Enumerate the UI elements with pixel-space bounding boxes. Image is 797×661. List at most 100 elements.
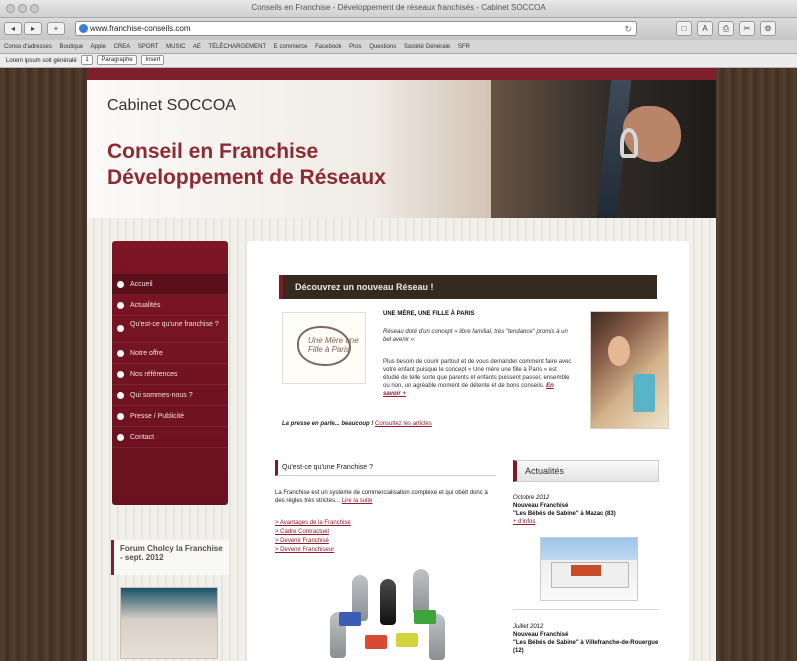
franchise-link-text[interactable]: > Avantages de la Franchise [275, 520, 351, 526]
menu-item-contact[interactable]: Contact [112, 427, 228, 448]
red-cube-icon [365, 635, 387, 649]
forum-thumbnail[interactable] [120, 587, 218, 659]
feature-title: Découvrez un nouveau Réseau ! [279, 275, 657, 299]
bookmark-item[interactable]: Boutique [60, 44, 84, 50]
editor-toolbar: Lorem ipsum soit généralé 1 Paragraphe I… [0, 54, 797, 68]
tools-icon[interactable]: ✂ [739, 21, 755, 36]
keys-image-detail [620, 128, 638, 158]
menu-item-actualites[interactable]: Actualités [112, 295, 228, 316]
news-item: Octobre 2012 Nouveau Franchisé "Les Bébé… [513, 494, 659, 526]
bookmark-item[interactable]: Questions [369, 44, 396, 50]
sidebar-menu: Accueil Actualités Qu'est-ce qu'une fran… [112, 241, 228, 505]
menu-bullet-icon [117, 325, 124, 332]
main-content: Découvrez un nouveau Réseau ! Une Mère u… [247, 241, 689, 661]
read-more-link[interactable]: Lire la suite [342, 498, 373, 504]
franchise-section-text: La Franchise est un système de commercia… [275, 489, 494, 505]
franchise-link-item[interactable]: > Cadre Contractuel [275, 528, 351, 537]
feature-intro: Réseau doté d'un concept « libre familia… [383, 329, 568, 343]
franchise-section-title: Qu'est-ce qu'une Franchise ? [275, 460, 496, 476]
logo-text: Une Mère une Fille à Paris [308, 336, 359, 354]
franchise-link-item[interactable]: > Avantages de la Franchise [275, 519, 351, 528]
leader-pawn-figure [380, 579, 396, 625]
bookmark-item[interactable]: SFR [458, 44, 470, 50]
print-icon[interactable]: ⎙ [718, 21, 734, 36]
insert-button[interactable]: Insert [141, 55, 165, 66]
brand-name: Cabinet SOCCOA [107, 97, 236, 114]
menu-bullet-icon [117, 434, 124, 441]
site-header: Cabinet SOCCOA Conseil en Franchise Déve… [87, 80, 716, 218]
bookmark-item[interactable]: Apple [91, 44, 106, 50]
bookmark-item[interactable]: Facebook [315, 44, 341, 50]
news-more-link[interactable]: + d'infos [513, 518, 659, 526]
menu-item-qui-sommes-nous[interactable]: Qui sommes-nous ? [112, 385, 228, 406]
menu-bullet-icon [117, 281, 124, 288]
franchise-link-item[interactable]: > Devenir Franchiseur [275, 546, 351, 555]
headline-line-2: Développement de Réseaux [107, 166, 386, 189]
menu-item-franchise[interactable]: Qu'est-ce qu'une franchise ? [112, 316, 228, 343]
press-prefix: La presse en parle... beaucoup ! [282, 421, 376, 427]
section-text-body: La Franchise est un système de commercia… [275, 490, 488, 504]
franchise-link-text[interactable]: > Devenir Franchiseur [275, 547, 334, 553]
paragraph-dropdown[interactable]: Paragraphe [97, 55, 137, 66]
browser-window: Conseils en Franchise - Développement de… [0, 0, 797, 661]
menu-item-label: Contact [130, 434, 155, 441]
bookmarks-bar: Conso d'adresses Boutique Apple CREA SPO… [0, 40, 797, 54]
feature-photo [590, 311, 669, 429]
web-viewport: Cabinet SOCCOA Conseil en Franchise Déve… [0, 68, 797, 661]
bookmark-item[interactable]: Pros [349, 44, 361, 50]
add-bookmark-button[interactable]: + [47, 22, 65, 35]
bookmark-item[interactable]: AE [193, 44, 201, 50]
tabs-icon[interactable]: □ [676, 21, 692, 36]
menu-item-references[interactable]: Nos références [112, 364, 228, 385]
feature-description-text: Plus besoin de courir partout et de vous… [383, 359, 572, 389]
menu-bullet-icon [117, 302, 124, 309]
news-item: Juillet 2012 Nouveau Franchisé "Les Bébé… [513, 623, 659, 655]
menu-item-presse[interactable]: Presse / Publicité [112, 406, 228, 427]
bookmark-item[interactable]: MUSIC [166, 44, 185, 50]
franchise-link-item[interactable]: > Devenir Franchisé [275, 537, 351, 546]
reload-icon[interactable]: ↻ [624, 23, 632, 36]
green-cube-icon [414, 610, 436, 624]
network-logo: Une Mère une Fille à Paris [282, 312, 366, 384]
menu-item-label: Presse / Publicité [130, 413, 185, 420]
bookmark-item[interactable]: Conso d'adresses [4, 44, 52, 50]
window-titlebar: Conseils en Franchise - Développement de… [0, 0, 797, 18]
menu-item-accueil[interactable]: Accueil [112, 274, 228, 295]
bookmark-item[interactable]: TÉLÉCHARGEMENT [208, 44, 266, 50]
blue-cube-icon [339, 612, 361, 626]
menu-bullet-icon [117, 371, 124, 378]
news-subtitle: "Les Bébés de Sabine" à Mazac (83) [513, 511, 616, 517]
menu-item-offre[interactable]: Notre offre [112, 343, 228, 364]
news-date: Octobre 2012 [513, 495, 550, 501]
network-illustration [321, 562, 453, 661]
press-link[interactable]: Consultez les articles [375, 421, 432, 427]
menu-item-label: Actualités [130, 302, 161, 309]
franchise-link-text[interactable]: > Devenir Franchisé [275, 538, 329, 544]
hero-image [491, 80, 716, 218]
pawn-figure [413, 569, 429, 615]
menu-bullet-icon [117, 413, 124, 420]
browser-toolbar: ◂ ▸ + www.franchise-conseils.com ↻ □ A ⎙… [0, 18, 797, 40]
bookmark-item[interactable]: E commerce [274, 44, 308, 50]
forum-box[interactable]: Forum Cholcy la Franchise - sept. 2012 [111, 540, 229, 575]
font-icon[interactable]: A [697, 21, 713, 36]
editor-value-input[interactable]: 1 [81, 55, 93, 66]
franchise-link-text[interactable]: > Cadre Contractuel [275, 529, 329, 535]
back-button[interactable]: ◂ [4, 22, 22, 35]
news-photo [540, 537, 638, 601]
bookmark-item[interactable]: Société Générale [404, 44, 450, 50]
menu-bullet-icon [117, 392, 124, 399]
news-label: Nouveau Franchisé [513, 503, 569, 509]
gear-icon[interactable]: ⚙ [760, 21, 776, 36]
address-text: www.franchise-conseils.com [90, 24, 191, 33]
menu-item-label: Notre offre [130, 350, 163, 357]
bookmark-item[interactable]: SPORT [138, 44, 159, 50]
editor-label: Lorem ipsum soit généralé [6, 58, 77, 64]
menu-bullet-icon [117, 350, 124, 357]
menu-item-label: Accueil [130, 281, 153, 288]
window-title: Conseils en Franchise - Développement de… [251, 3, 546, 12]
bookmark-item[interactable]: CREA [114, 44, 131, 50]
forward-button[interactable]: ▸ [24, 22, 42, 35]
address-bar[interactable]: www.franchise-conseils.com ↻ [75, 21, 637, 36]
feature-description: Plus besoin de courir partout et de vous… [383, 358, 573, 398]
